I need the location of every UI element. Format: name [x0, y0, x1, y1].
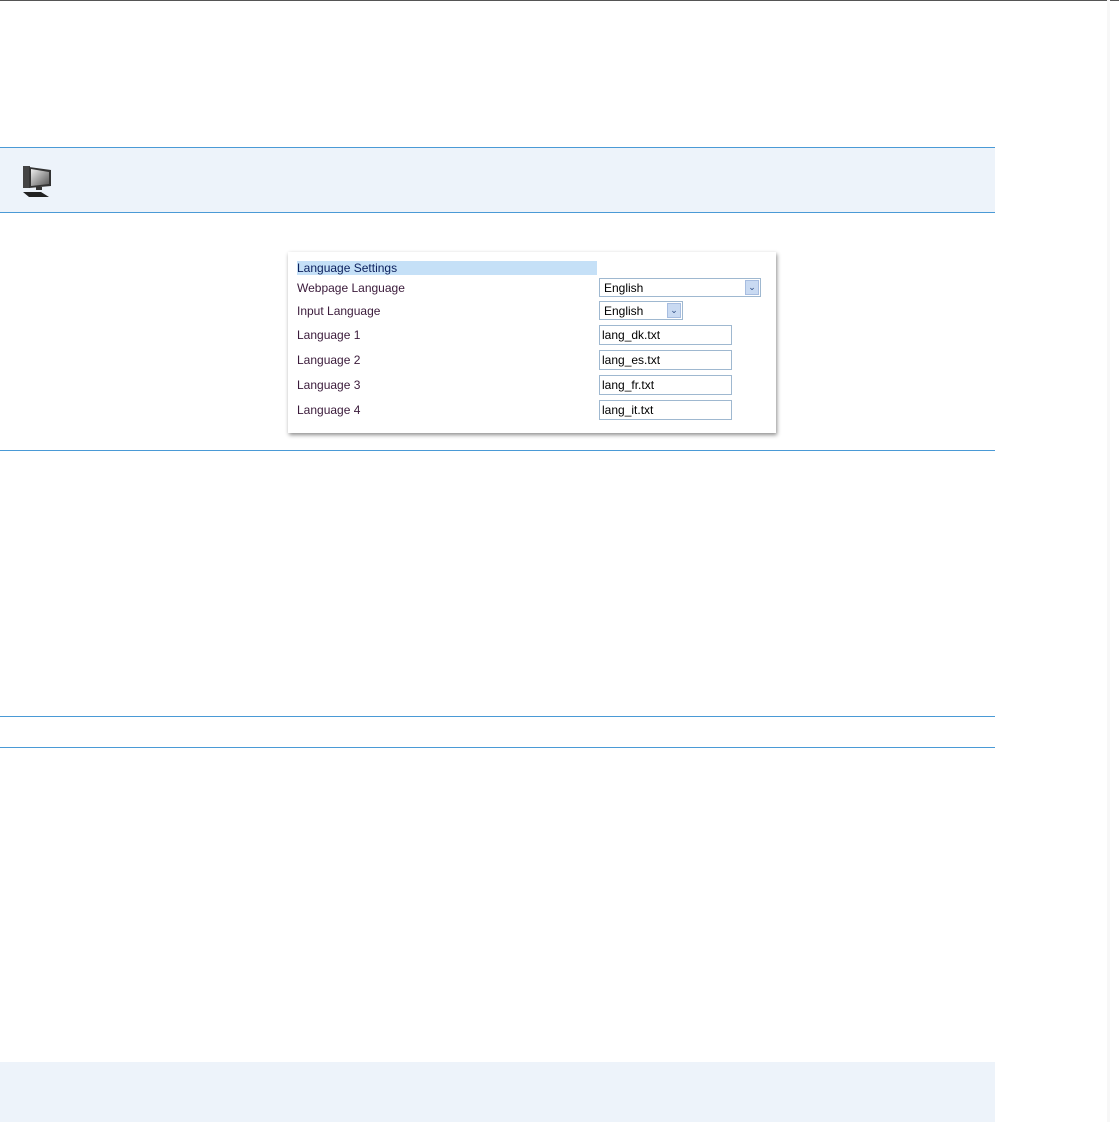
note-box [0, 147, 995, 213]
language-1-label: Language 1 [297, 328, 361, 342]
language-2-input[interactable]: lang_es.txt [599, 350, 732, 370]
webpage-language-select[interactable]: English ⌄ [599, 278, 761, 297]
section-header: Language Settings [297, 261, 597, 275]
language-3-input[interactable]: lang_fr.txt [599, 375, 732, 395]
language-4-input[interactable]: lang_it.txt [599, 400, 732, 420]
chevron-down-icon[interactable]: ⌄ [745, 280, 759, 295]
webpage-language-value: English [604, 281, 644, 295]
top-divider [0, 0, 1119, 1]
webpage-language-label: Webpage Language [297, 281, 405, 295]
section-divider [0, 716, 995, 717]
language-4-label: Language 4 [297, 403, 361, 417]
section-divider [0, 747, 995, 748]
page-edge [1107, 0, 1110, 1122]
computer-icon [23, 166, 51, 197]
input-language-label: Input Language [297, 304, 381, 318]
input-language-value: English [604, 304, 644, 318]
language-3-label: Language 3 [297, 378, 361, 392]
chevron-down-icon[interactable]: ⌄ [667, 303, 681, 318]
section-divider [0, 450, 995, 451]
language-settings-panel: Language Settings Webpage Language Engli… [288, 252, 776, 433]
language-1-input[interactable]: lang_dk.txt [599, 325, 732, 345]
input-language-select[interactable]: English ⌄ [599, 301, 683, 320]
language-2-label: Language 2 [297, 353, 361, 367]
bottom-note-box [0, 1062, 995, 1122]
